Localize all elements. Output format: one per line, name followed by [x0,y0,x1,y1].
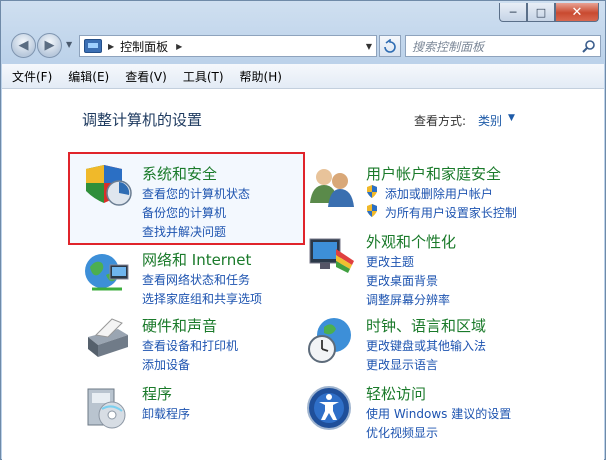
link-display-language[interactable]: 更改显示语言 [366,356,486,375]
refresh-icon [384,39,396,53]
link-add-remove-users[interactable]: 添加或删除用户帐户 [366,185,517,204]
link-parental-controls[interactable]: 为所有用户设置家长控制 [366,204,517,223]
maximize-button[interactable]: □ [527,3,555,22]
breadcrumb-control-panel[interactable]: 控制面板 [120,38,168,55]
category-title[interactable]: 外观和个性化 [366,231,456,252]
search-input[interactable]: 搜索控制面板 [405,35,601,57]
uac-shield-icon [367,204,377,217]
close-button[interactable]: ✕ [555,3,599,22]
view-by-arrow-icon[interactable]: ▼ [508,113,515,123]
breadcrumb-arrow-icon[interactable]: ▶ [176,42,182,51]
link-homegroup[interactable]: 选择家庭组和共享选项 [142,290,262,309]
link-network-status[interactable]: 查看网络状态和任务 [142,271,262,290]
caption-buttons: ─ □ ✕ [499,3,599,22]
clock-globe-icon[interactable] [306,315,356,365]
uac-shield-icon [367,185,377,198]
menu-bar: 文件(F) 编辑(E) 查看(V) 工具(T) 帮助(H) [2,64,604,89]
menu-tools[interactable]: 工具(T) [183,68,224,85]
users-icon[interactable] [306,163,356,213]
printer-icon[interactable] [82,315,132,365]
link-change-background[interactable]: 更改桌面背景 [366,272,450,291]
search-icon[interactable] [582,39,596,53]
category-title[interactable]: 网络和 Internet [142,249,251,270]
link-uninstall[interactable]: 卸载程序 [142,405,190,424]
page-title: 调整计算机的设置 [82,111,203,129]
category-title[interactable]: 轻松访问 [366,383,426,404]
breadcrumb-arrow-icon[interactable]: ▶ [108,42,114,51]
address-dropdown-icon[interactable]: ▼ [366,42,372,51]
link-change-theme[interactable]: 更改主题 [366,253,450,272]
forward-button[interactable]: ▶ [37,33,62,58]
link-label: 添加或删除用户帐户 [384,187,493,201]
menu-file[interactable]: 文件(F) [12,68,52,85]
search-placeholder: 搜索控制面板 [412,39,485,54]
link-recommended-settings[interactable]: 使用 Windows 建议的设置 [366,405,511,424]
ease-of-access-icon[interactable] [306,383,356,433]
link-label: 为所有用户设置家长控制 [384,206,517,220]
minimize-button[interactable]: ─ [499,3,527,22]
category-title[interactable]: 时钟、语言和区域 [366,315,486,336]
programs-icon[interactable] [82,383,132,433]
refresh-button[interactable] [379,35,401,57]
link-screen-resolution[interactable]: 调整屏幕分辨率 [366,291,450,310]
navigation-bar: ◀ ▶ ▼ ▶ 控制面板 ▶ ▼ 搜索控制面板 [9,32,601,60]
highlight-box [68,152,305,245]
appearance-monitor-icon[interactable] [306,231,356,281]
network-globe-icon[interactable] [82,249,132,299]
menu-help[interactable]: 帮助(H) [240,68,282,85]
link-devices-printers[interactable]: 查看设备和打印机 [142,337,238,356]
link-add-device[interactable]: 添加设备 [142,356,238,375]
link-keyboard-input[interactable]: 更改键盘或其他输入法 [366,337,486,356]
control-panel-icon [84,39,102,53]
control-panel-window: ─ □ ✕ ◀ ▶ ▼ ▶ 控制面板 ▶ ▼ 搜索控制面板 文件(F) 编辑(E… [0,0,606,460]
category-title[interactable]: 用户帐户和家庭安全 [366,163,501,184]
content-area: 调整计算机的设置 查看方式: 类别 ▼ 系统和安全 查看您的计算机状态 备份您的… [2,89,604,460]
view-by-label: 查看方式: [414,114,467,128]
menu-view[interactable]: 查看(V) [125,68,167,85]
menu-edit[interactable]: 编辑(E) [68,68,109,85]
category-title[interactable]: 硬件和声音 [142,315,217,336]
view-by-dropdown[interactable]: 类别 [478,112,502,129]
link-optimize-display[interactable]: 优化视频显示 [366,424,511,443]
back-button[interactable]: ◀ [11,33,36,58]
recent-pages-dropdown-icon[interactable]: ▼ [66,40,72,49]
address-bar[interactable]: ▶ 控制面板 ▶ ▼ [79,35,377,57]
category-title[interactable]: 程序 [142,383,172,404]
